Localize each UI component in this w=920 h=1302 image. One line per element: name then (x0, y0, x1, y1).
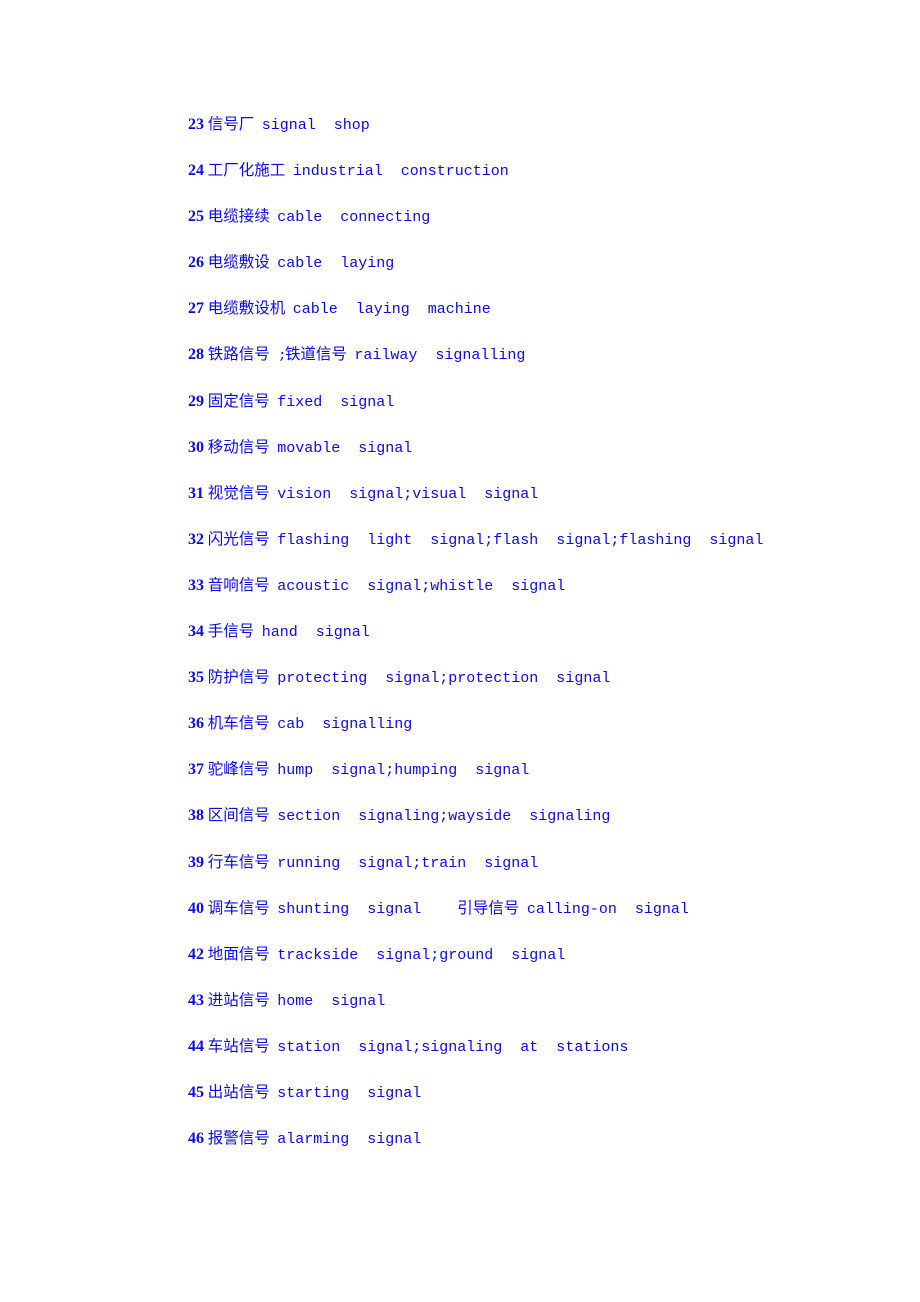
entry-chinese-term: 机车信号 (207, 714, 270, 733)
entry-english-term: signal shop (261, 117, 370, 134)
entry-english-term: acoustic signal;whistle signal (277, 577, 566, 595)
entry-english-term: industrial construction (292, 163, 509, 181)
entry-number: 33 (188, 576, 204, 594)
glossary-entry: 30 移动信号 movable signal (188, 436, 763, 482)
entry-english-term: protecting signal;protection signal (277, 670, 611, 688)
glossary-entry: 33 音响信号 acoustic signal;whistle signal (188, 574, 763, 620)
entry-english-term: shunting signal (277, 900, 458, 918)
entry-chinese-term: 固定信号 (207, 391, 270, 410)
entry-number: 46 (188, 1130, 204, 1148)
entry-number: 34 (188, 623, 204, 641)
entry-english-term: fixed signal (277, 393, 395, 411)
entry-number: 28 (188, 346, 204, 364)
entry-chinese-term: 电缆敷设 (207, 253, 270, 272)
entry-chinese-term: 驼峰信号 (207, 760, 270, 779)
entry-chinese-term: 防护信号 (207, 668, 270, 687)
entry-number: 39 (188, 853, 204, 871)
glossary-entry: 39 行车信号 running signal;train signal (188, 851, 763, 897)
entry-english-term: trackside signal;ground signal (277, 946, 566, 964)
entry-english-term: starting signal (277, 1084, 422, 1102)
entry-chinese-term: 报警信号 (207, 1129, 270, 1148)
entry-chinese-term-secondary: 引导信号 (457, 898, 520, 917)
glossary-entry: 25 电缆接续 cable connecting (188, 205, 763, 251)
entry-english-term: hand signal (261, 624, 370, 642)
entry-chinese-term: 调车信号 (207, 898, 270, 917)
entry-number: 42 (188, 945, 204, 963)
entry-chinese-term: 手信号 (207, 622, 255, 641)
entry-english-term: hump signal;humping signal (277, 762, 530, 780)
entry-chinese-term: 电缆敷设机 (207, 299, 286, 318)
entry-number: 26 (188, 254, 204, 272)
entry-english-term: running signal;train signal (277, 854, 539, 872)
glossary-entry: 37 驼峰信号 hump signal;humping signal (188, 758, 763, 804)
entry-english-term: section signaling;wayside signaling (277, 808, 611, 826)
entry-number: 35 (188, 669, 204, 687)
entry-number: 25 (188, 208, 204, 226)
glossary-entry: 31 视觉信号 vision signal;visual signal (188, 482, 763, 528)
entry-chinese-term: 音响信号 (207, 575, 270, 594)
glossary-entry: 24 工厂化施工 industrial construction (188, 159, 763, 205)
entry-chinese-term: 闪光信号 (207, 529, 270, 548)
entry-number: 37 (188, 761, 204, 779)
entry-english-term: home signal (277, 992, 386, 1010)
entry-number: 32 (188, 530, 204, 548)
entry-chinese-term: 移动信号 (207, 437, 270, 456)
entry-english-term-secondary: calling-on signal (526, 900, 689, 918)
entry-english-term: vision signal;visual signal (277, 485, 539, 503)
glossary-entry: 40 调车信号 shunting signal 引导信号 calling-on … (188, 897, 763, 943)
glossary-entry: 42 地面信号 trackside signal;ground signal (188, 943, 763, 989)
entry-number: 40 (188, 899, 204, 917)
entry-chinese-term: 进站信号 (207, 990, 270, 1009)
glossary-entry: 23 信号厂 signal shop (188, 113, 763, 159)
entry-number: 36 (188, 715, 204, 733)
entry-number: 31 (188, 484, 204, 502)
entry-chinese-term: 信号厂 (207, 115, 255, 133)
entry-english-term: cable laying machine (292, 301, 491, 319)
glossary-entry: 34 手信号 hand signal (188, 620, 763, 666)
entry-english-term: cab signalling (277, 716, 413, 734)
entry-number: 24 (188, 162, 204, 180)
entry-chinese-term: 工厂化施工 (207, 161, 286, 180)
glossary-entry: 35 防护信号 protecting signal;protection sig… (188, 666, 763, 712)
entry-chinese-term: 铁路信号 ;铁道信号 (207, 345, 347, 364)
glossary-entry: 43 进站信号 home signal (188, 989, 763, 1035)
entry-english-term: cable connecting (277, 209, 431, 227)
glossary-entry: 26 电缆敷设 cable laying (188, 251, 763, 297)
glossary-entry: 28 铁路信号 ;铁道信号 railway signalling (188, 343, 763, 389)
entry-chinese-term: 视觉信号 (207, 483, 270, 502)
entry-chinese-term: 行车信号 (207, 852, 270, 871)
entry-english-term: alarming signal (277, 1131, 422, 1149)
glossary-entry: 44 车站信号 station signal;signaling at stat… (188, 1035, 763, 1081)
glossary-entry: 36 机车信号 cab signalling (188, 712, 763, 758)
entry-english-term: railway signalling (354, 347, 526, 365)
entry-number: 43 (188, 991, 204, 1009)
entry-english-term: station signal;signaling at stations (277, 1038, 629, 1056)
entry-number: 30 (188, 438, 204, 456)
glossary-entry: 32 闪光信号 flashing light signal;flash sign… (188, 528, 763, 574)
entry-number: 45 (188, 1083, 204, 1101)
glossary-entry: 38 区间信号 section signaling;wayside signal… (188, 804, 763, 850)
entry-english-term: cable laying (277, 255, 395, 273)
glossary-entry: 46 报警信号 alarming signal (188, 1127, 763, 1173)
entry-chinese-term: 电缆接续 (207, 207, 270, 226)
entry-chinese-term: 出站信号 (207, 1082, 270, 1101)
entry-chinese-term: 车站信号 (207, 1036, 270, 1055)
entry-english-term: movable signal (277, 439, 413, 457)
entry-chinese-term: 区间信号 (207, 806, 270, 825)
entry-english-term: flashing light signal;flash signal;flash… (277, 531, 764, 549)
entry-number: 27 (188, 300, 204, 318)
glossary-entry: 27 电缆敷设机 cable laying machine (188, 297, 763, 343)
entry-number: 44 (188, 1037, 204, 1055)
entry-chinese-term: 地面信号 (207, 944, 270, 963)
glossary-document: 23 信号厂 signal shop 24 工厂化施工 industrial c… (188, 113, 763, 1173)
entry-number: 38 (188, 807, 204, 825)
entry-number: 29 (188, 392, 204, 410)
glossary-entry: 45 出站信号 starting signal (188, 1081, 763, 1127)
entry-number: 23 (188, 116, 204, 133)
glossary-entry: 29 固定信号 fixed signal (188, 390, 763, 436)
